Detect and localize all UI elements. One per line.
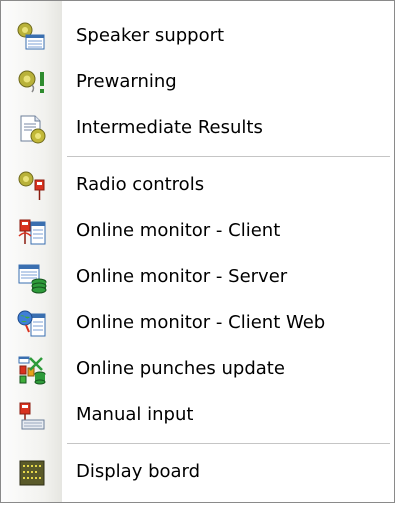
menu-item-label: Display board (76, 461, 201, 482)
menu-item-online-monitor-client-web[interactable]: Online monitor - Client Web (1, 300, 394, 346)
menu-item-label: Online monitor - Client Web (76, 312, 326, 333)
menu-item-label: Online monitor - Client (76, 220, 281, 241)
menu-item-intermediate-results[interactable]: Intermediate Results (1, 105, 394, 151)
menu-item-label: Online punches update (76, 358, 285, 379)
online-monitor-client-web-icon (16, 308, 48, 340)
menu-item-display-board[interactable]: Display board (1, 449, 394, 495)
menu-item-online-monitor-client[interactable]: Online monitor - Client (1, 208, 394, 254)
intermediate-results-icon (16, 113, 48, 145)
menu-separator (67, 443, 390, 444)
context-menu: Speaker support Prewarning Intermediate … (0, 0, 395, 503)
radio-controls-icon (16, 170, 48, 202)
online-punches-update-icon (16, 354, 48, 386)
menu-item-label: Prewarning (76, 71, 177, 92)
manual-input-icon (16, 400, 48, 432)
menu-item-online-monitor-server[interactable]: Online monitor - Server (1, 254, 394, 300)
menu-item-manual-input[interactable]: Manual input (1, 392, 394, 438)
online-monitor-server-icon (16, 262, 48, 294)
menu-item-online-punches-update[interactable]: Online punches update (1, 346, 394, 392)
menu-item-radio-controls[interactable]: Radio controls (1, 162, 394, 208)
menu-item-label: Online monitor - Server (76, 266, 288, 287)
menu-item-label: Speaker support (76, 25, 225, 46)
menu-separator (67, 156, 390, 157)
menu-item-label: Manual input (76, 404, 194, 425)
menu-item-label: Radio controls (76, 174, 205, 195)
menu-item-prewarning[interactable]: Prewarning (1, 59, 394, 105)
display-board-icon (16, 457, 48, 489)
prewarning-icon (16, 67, 48, 99)
speaker-support-icon (16, 21, 48, 53)
menu-item-speaker-support[interactable]: Speaker support (1, 13, 394, 59)
online-monitor-client-icon (16, 216, 48, 248)
menu-item-label: Intermediate Results (76, 117, 263, 138)
